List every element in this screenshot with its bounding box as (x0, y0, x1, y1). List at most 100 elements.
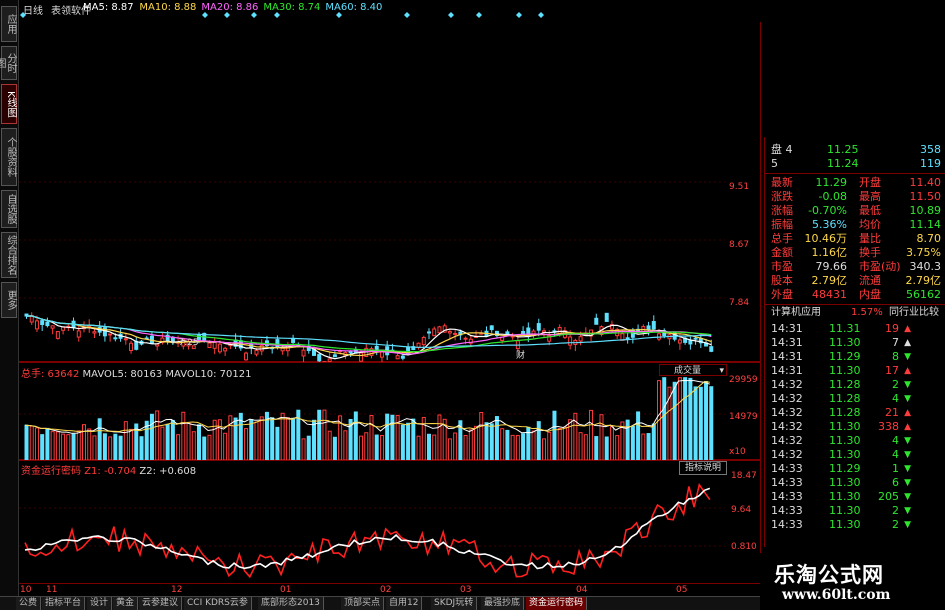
tick-row: 14:3111.307▲ (769, 336, 945, 350)
quote-value: 11.14 (910, 218, 942, 232)
tick-price: 11.30 (829, 518, 861, 532)
bottom-tab-3[interactable]: 黄金 (113, 597, 138, 610)
event-diamond-icon[interactable] (202, 12, 208, 18)
ind-tick-2: 9.64 (731, 505, 751, 515)
volume-bar (386, 414, 389, 460)
volume-bar (678, 378, 681, 460)
volume-bar (245, 429, 248, 460)
candle-body (605, 313, 608, 321)
tick-time: 14:33 (771, 476, 803, 490)
candle-body (396, 356, 399, 359)
volume-bar (62, 434, 65, 460)
bottom-tab-4[interactable]: 云参建议 (139, 597, 182, 610)
bottom-tab-5[interactable]: CCI KDRS云参 (184, 597, 252, 610)
event-diamond-icon[interactable] (20, 12, 26, 18)
volume-bar (684, 378, 687, 460)
left-tab-3[interactable]: 个股资料 (1, 128, 17, 186)
tick-time: 14:33 (771, 462, 803, 476)
volume-bar (537, 422, 540, 460)
event-diamond-icon[interactable] (448, 12, 454, 18)
event-diamond-icon[interactable] (516, 12, 522, 18)
volume-chart[interactable] (19, 376, 761, 460)
ask-row[interactable]: 盘 411.25358 (769, 143, 945, 157)
tick-volume: 8 (892, 350, 899, 364)
volume-bar (699, 387, 702, 460)
candle-body (595, 318, 598, 324)
bottom-tab-7[interactable]: 顶部买点 (341, 597, 384, 610)
candle-body (41, 321, 44, 325)
volume-bar (631, 426, 634, 460)
bottom-tab-10[interactable]: 最强抄底 (481, 597, 524, 610)
left-tab-4[interactable]: 自选股 (1, 190, 17, 228)
quote-row: 总手10.46万量比8.70 (769, 232, 945, 246)
event-diamond-icon[interactable] (336, 12, 342, 18)
volume-bar (475, 426, 478, 460)
candle-body (380, 352, 383, 357)
tick-time: 14:32 (771, 378, 803, 392)
tick-row: 14:3111.3119▲ (769, 322, 945, 336)
left-tab-6[interactable]: 更多 (1, 282, 17, 318)
candlestick-chart[interactable] (19, 130, 761, 362)
candle-body (218, 344, 221, 352)
tick-time: 14:31 (771, 350, 803, 364)
candle-body (579, 337, 582, 341)
volume-bar (124, 422, 127, 460)
bottom-tab-8[interactable]: 自用12 (386, 597, 422, 610)
arrow-up-icon: ▲ (904, 336, 911, 350)
z1-line (25, 485, 710, 577)
event-diamond-icon[interactable] (404, 12, 410, 18)
arrow-down-icon: ▼ (904, 378, 911, 392)
event-diamond-icon[interactable] (538, 12, 544, 18)
bottom-tab-11[interactable]: 资金运行密码 (526, 597, 587, 610)
bottom-tab-2[interactable]: 设计 (87, 597, 112, 610)
price-tick-3: 7.84 (729, 298, 749, 308)
sector-row[interactable]: 计算机应用1.57%同行业比较 (769, 306, 945, 320)
left-tab-5[interactable]: 综合排名 (1, 232, 17, 278)
left-tab-0[interactable]: 应用 (1, 6, 17, 42)
ask-row[interactable]: 511.24119 (769, 157, 945, 171)
left-tab-2[interactable]: K线图 (1, 84, 17, 124)
volume-bar (360, 436, 363, 460)
volume-bar (333, 437, 336, 460)
volume-bar (647, 434, 650, 460)
sector-compare-button[interactable]: 同行业比较 (889, 306, 939, 320)
volume-bar (114, 434, 117, 460)
candle-body (433, 329, 436, 336)
quote-row: 最新11.29开盘11.40 (769, 176, 945, 190)
bottom-tab-9[interactable]: SKDJ玩转 (431, 597, 477, 610)
volume-bar (579, 433, 582, 460)
event-diamond-icon[interactable] (476, 12, 482, 18)
bottom-tab-1[interactable]: 指标平台 (42, 597, 85, 610)
quote-value: 79.66 (816, 260, 848, 274)
volume-bar (182, 412, 185, 460)
volume-bar (313, 420, 316, 460)
tick-row: 14:3211.284▼ (769, 392, 945, 406)
tick-row: 14:3211.304▼ (769, 448, 945, 462)
quote-label: 流通 (859, 274, 881, 288)
candle-body (569, 337, 572, 345)
tick-time: 14:32 (771, 392, 803, 406)
arrow-up-icon: ▲ (904, 364, 911, 378)
tick-row: 14:3311.291▼ (769, 462, 945, 476)
tick-price: 11.30 (829, 364, 861, 378)
bottom-tab-6[interactable]: 底部形态2013 (258, 597, 324, 610)
ask-price: 11.24 (827, 157, 859, 171)
volume-bar (480, 413, 483, 460)
bottom-tab-0[interactable]: 公费 (16, 597, 41, 610)
volume-bar (56, 432, 59, 460)
event-marker[interactable]: 财 (516, 348, 525, 361)
candle-body (349, 352, 352, 353)
volume-bar (318, 410, 321, 460)
volume-dropdown[interactable]: 成交量▾ (659, 364, 727, 376)
indicator-chart[interactable] (19, 474, 761, 584)
volume-bar (344, 431, 347, 460)
volume-bar (83, 425, 86, 460)
event-diamond-icon[interactable] (274, 12, 280, 18)
event-diamond-icon[interactable] (224, 12, 230, 18)
indicator-help-button[interactable]: 指标说明 (679, 461, 727, 475)
tick-volume: 21 (885, 406, 899, 420)
arrow-down-icon: ▼ (904, 518, 911, 532)
volume-bar (93, 436, 96, 460)
event-diamond-icon[interactable] (251, 12, 257, 18)
left-tab-1[interactable]: 分时图 (1, 46, 17, 80)
